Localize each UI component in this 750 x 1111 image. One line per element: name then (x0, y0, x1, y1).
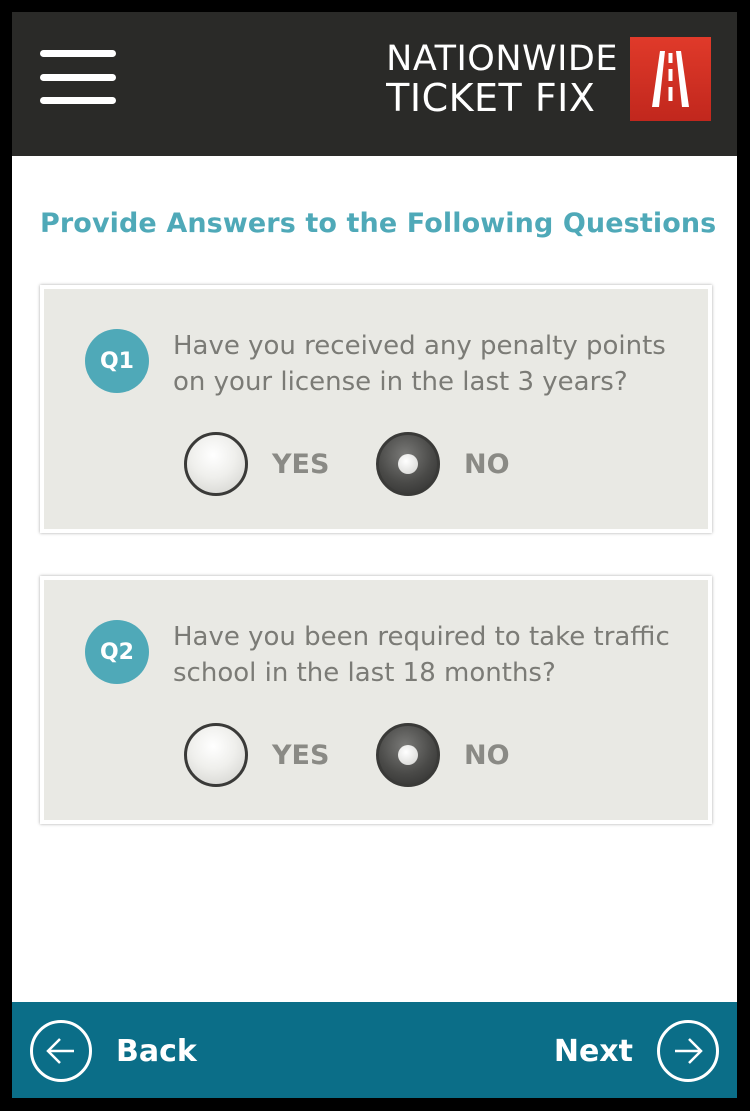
q1-yes-option[interactable]: YES (184, 432, 329, 496)
brand-name: NATIONWIDE TICKET FIX (386, 38, 618, 120)
q1-no-option[interactable]: NO (376, 432, 510, 496)
question-card-2: Q2 Have you been required to take traffi… (40, 576, 712, 824)
hamburger-menu-icon[interactable] (40, 50, 116, 104)
question-text: Have you been required to take traffic s… (173, 622, 670, 688)
q2-yes-option[interactable]: YES (184, 723, 329, 787)
option-label-no: NO (464, 739, 510, 771)
next-label: Next (553, 1033, 633, 1069)
arrow-right-icon (657, 1020, 719, 1082)
arrow-left-icon (30, 1020, 92, 1082)
option-label-no: NO (464, 448, 510, 480)
radio-unchecked-icon[interactable] (184, 723, 248, 787)
road-logo-icon (630, 37, 711, 121)
q2-no-option[interactable]: NO (376, 723, 510, 787)
question-badge: Q1 (85, 329, 149, 393)
brand-name-line2: TICKET FIX (386, 75, 596, 120)
page-title: Provide Answers to the Following Questio… (40, 208, 717, 239)
question-text: Have you received any penalty points on … (173, 331, 666, 397)
back-button[interactable]: Back (30, 1018, 197, 1084)
radio-unchecked-icon[interactable] (184, 432, 248, 496)
radio-checked-icon[interactable] (376, 432, 440, 496)
brand-name-line1: NATIONWIDE (386, 38, 618, 79)
question-badge: Q2 (85, 620, 149, 684)
back-label: Back (116, 1033, 197, 1069)
next-button[interactable]: Next (554, 1018, 719, 1084)
app-header: NATIONWIDE TICKET FIX (12, 12, 737, 156)
radio-checked-icon[interactable] (376, 723, 440, 787)
option-label-yes: YES (272, 448, 330, 480)
option-label-yes: YES (272, 739, 330, 771)
footer-nav-bar: Back Next (12, 1002, 737, 1098)
question-card-1: Q1 Have you received any penalty points … (40, 285, 712, 533)
brand-logo-group: NATIONWIDE TICKET FIX (386, 36, 711, 122)
app-screen: NATIONWIDE TICKET FIX Provide Answers to… (12, 12, 737, 1098)
